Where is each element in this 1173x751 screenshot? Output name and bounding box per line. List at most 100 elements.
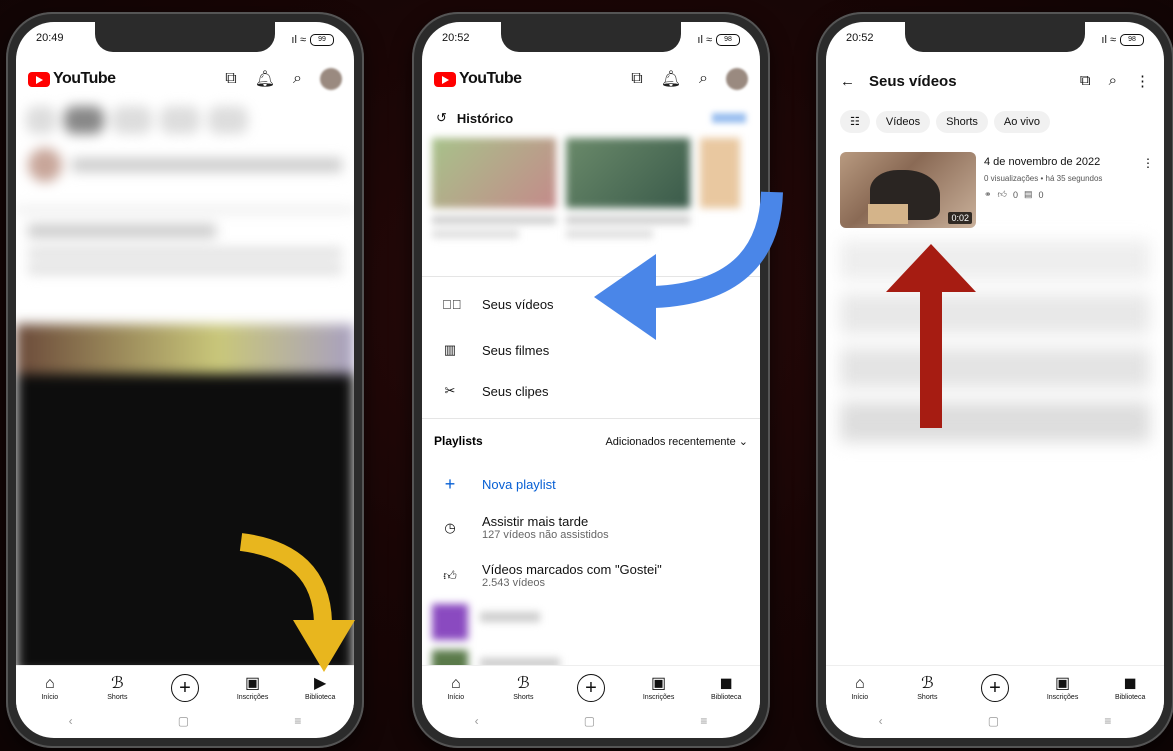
nav-create[interactable]: + [160,674,210,702]
video-thumbnail[interactable]: 0:02 [840,152,976,228]
status-time: 20:49 [36,32,64,44]
red-arrow [886,244,976,428]
link-icon: ⚭ [984,189,992,199]
nav-subscriptions[interactable]: ▣ Inscrições [1038,674,1088,701]
filter-icon[interactable]: ☷ [840,110,870,133]
app-header: YouTube ⧉ 🔔︎ ⌕ [28,66,342,92]
home-square-icon[interactable]: ▢ [584,714,595,728]
nav-home[interactable]: ⌂ Início [431,675,481,701]
clock-icon: ◷ [444,519,456,535]
recents-icon[interactable]: ≡ [1104,714,1111,728]
film-icon: ▥ [443,342,457,357]
back-icon[interactable]: ‹ [879,714,883,728]
back-icon[interactable]: ‹ [475,714,479,728]
status-time: 20:52 [442,32,470,44]
page-title: Seus vídeos [869,72,957,90]
chip-shorts[interactable]: Shorts [936,110,988,133]
nav-home[interactable]: ⌂ Início [25,674,75,701]
home-icon: ⌂ [854,674,865,692]
battery-icon: 98 [716,34,740,46]
plus-icon: + [170,674,199,702]
screen-your-videos: 20:52 ıl ≈ 98 ← Seus vídeos ⧉ ⌕ ⋮ ☷ Vídeo… [826,22,1164,738]
menu-your-clips[interactable]: ✂ Seus clipes [442,383,549,399]
wifi-icon: ıl ≈ [697,34,712,46]
like-icon: 👍︎ [997,189,1007,199]
nav-subscriptions[interactable]: ▣ Inscrições [634,674,684,701]
play-box-icon: ▸⃞ [442,297,462,312]
comment-count: 0 [1038,189,1044,200]
cast-icon[interactable]: ⧉ [225,70,236,88]
menu-your-movies[interactable]: ▥ Seus filmes [442,342,549,358]
sort-dropdown[interactable]: Adicionados recentemente ⌄ [605,435,748,448]
history-icon: ↺ [436,110,447,125]
liked-videos-item[interactable]: 👍︎ Vídeos marcados com "Gostei" 2.543 víd… [442,562,662,589]
nav-home[interactable]: ⌂ Início [835,674,885,701]
nav-create[interactable]: + [566,674,616,702]
library-icon: ◼ [1123,674,1137,692]
plus-icon: + [576,674,605,702]
nav-create[interactable]: + [970,674,1020,702]
search-icon[interactable]: ⌕ [293,70,302,88]
system-nav: ‹ ▢ ≡ [422,710,760,732]
nav-shorts[interactable]: ℬ Shorts [902,674,952,701]
shorts-icon: ℬ [921,674,934,692]
cast-icon[interactable]: ⧉ [1080,72,1091,90]
avatar[interactable] [320,68,342,90]
app-header: YouTube ⧉ 🔔︎ ⌕ [434,66,748,92]
library-icon: ◼ [719,674,733,692]
video-more-icon[interactable]: ⋮ [1142,156,1154,170]
recents-icon[interactable]: ≡ [294,714,301,728]
bottom-nav: ⌂ Início ℬ Shorts + ▣ Inscrições ◼ Bibliotec… [422,665,760,710]
avatar[interactable] [726,68,748,90]
system-nav: ‹ ▢ ≡ [826,710,1164,732]
nav-library[interactable]: ◼ Biblioteca [701,674,751,701]
scissors-icon: ✂ [444,383,456,398]
bottom-nav: ⌂ Início ℬ Shorts + ▣ Inscrições ◼ Bibliotec… [826,665,1164,710]
more-vert-icon[interactable]: ⋮ [1135,72,1150,90]
search-icon[interactable]: ⌕ [1109,72,1117,90]
page-header: ← Seus vídeos ⧉ ⌕ ⋮ [840,72,1150,90]
youtube-logo[interactable]: YouTube [28,70,116,88]
home-square-icon[interactable]: ▢ [988,714,999,728]
shorts-icon: ℬ [111,674,124,692]
comment-icon: ▤ [1023,189,1033,199]
screen-library: 20:52 ıl ≈98 YouTube ⧉ 🔔︎ ⌕ ↺ Histórico … [422,22,760,738]
bell-icon[interactable]: 🔔︎ [661,69,681,89]
youtube-logo[interactable]: YouTube [434,70,522,88]
watch-later-item[interactable]: ◷ Assistir mais tarde 127 vídeos não assi… [442,514,608,541]
nav-library[interactable]: ◼ Biblioteca [1105,674,1155,701]
nav-shorts[interactable]: ℬ Shorts [498,675,548,701]
chip-live[interactable]: Ao vivo [993,110,1050,133]
video-item[interactable]: 0:02 4 de novembro de 2022 ⋮ 0 visualiza… [840,152,1154,228]
chip-videos[interactable]: Vídeos [875,110,931,133]
back-arrow-icon[interactable]: ← [840,73,855,90]
blue-arrow [594,191,783,340]
chevron-down-icon: ⌄ [738,435,748,448]
home-icon: ⌂ [44,674,55,692]
nav-shorts[interactable]: ℬ Shorts [92,674,142,701]
search-icon[interactable]: ⌕ [699,70,708,88]
status-bar: 20:52 ıl ≈ 98 [846,32,1144,48]
filter-chips: ☷ Vídeos Shorts Ao vivo [840,110,1154,133]
wifi-icon: ıl ≈ [1101,34,1116,46]
status-time: 20:52 [846,32,874,44]
yellow-arrow [239,533,355,672]
phone-home: 20:49 ıl ≈99 YouTube ⧉ 🔔︎ ⌕ ⌂ Início ℬ S… [6,12,364,748]
status-bar: 20:49 ıl ≈ 99 [36,32,334,48]
new-playlist-button[interactable]: + Nova playlist [442,474,556,495]
subscriptions-icon: ▣ [651,674,667,692]
history-header: ↺ Histórico [436,110,746,126]
video-title: 4 de novembro de 2022 [984,156,1101,168]
see-all-link[interactable] [712,113,746,123]
home-square-icon[interactable]: ▢ [178,714,189,728]
back-icon[interactable]: ‹ [69,714,73,728]
recents-icon[interactable]: ≡ [700,714,707,728]
status-bar: 20:52 ıl ≈ 98 [442,32,740,48]
cast-icon[interactable]: ⧉ [631,70,642,88]
youtube-play-icon [434,71,456,87]
bell-icon[interactable]: 🔔︎ [255,69,275,89]
menu-your-videos[interactable]: ▸⃞ Seus vídeos [442,297,554,312]
duration-badge: 0:02 [948,212,972,224]
subscriptions-icon: ▣ [1055,674,1071,692]
like-count: 0 [1012,189,1018,200]
